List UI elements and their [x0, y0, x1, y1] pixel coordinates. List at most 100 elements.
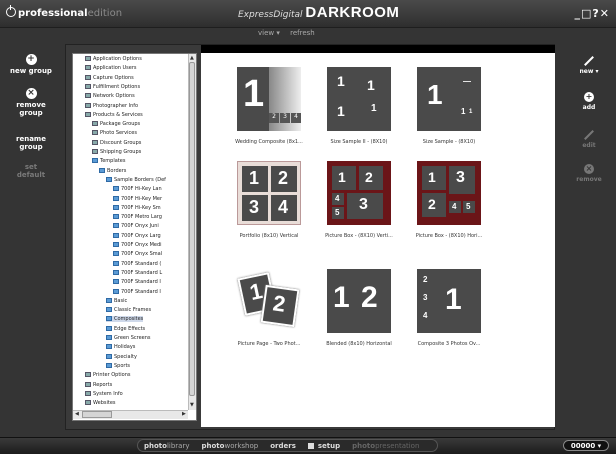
tree-item[interactable]: Capture Options — [85, 74, 134, 81]
template-tile[interactable]: 1 2 Picture Page - Two Phot... — [223, 269, 315, 369]
tree-item[interactable]: 700F Onyx Medi — [113, 242, 162, 248]
setup-icon — [307, 442, 314, 449]
tab-orders[interactable]: orders — [270, 442, 296, 450]
tree-item[interactable]: Application Options — [85, 56, 142, 62]
tree-item-label: 700F Hi-Key Sm — [121, 204, 161, 211]
tree-item[interactable]: 700F Standard L — [113, 269, 162, 276]
template-thumbnail[interactable]: 1 2 4 5 3 — [327, 161, 391, 225]
template-tile[interactable]: 1 2 3 4 Wedding Composite (8x1... — [223, 67, 315, 167]
thumbnail-layout-cell: 1 — [338, 169, 346, 185]
template-tile[interactable]: 1 2 Blended (8x10) Horizontal — [313, 269, 405, 369]
template-tile[interactable]: 1 1 1 1 Size Sample II - (8X10) — [313, 67, 405, 167]
rename-group-label: rename group — [16, 135, 46, 151]
tree-item[interactable]: 700F Hi-Key Lan — [113, 186, 162, 192]
template-thumbnail[interactable]: 1234 — [237, 161, 301, 225]
tree-scroll-thumb[interactable] — [189, 62, 195, 396]
tree-item[interactable]: Edge Effects — [106, 325, 145, 332]
edit-button[interactable]: edit — [571, 128, 607, 150]
template-tile[interactable]: 1 2 3 4 Portfolio (8x10) Vertical — [223, 161, 315, 261]
tree-item[interactable]: Templates — [92, 158, 125, 164]
scroll-right-icon[interactable]: ▶ — [182, 411, 186, 417]
tree-item[interactable]: 700F Standard I — [113, 288, 161, 295]
tab-photo-workshop[interactable]: photoworkshop — [202, 442, 259, 450]
tab-label-light: presentation — [375, 441, 420, 450]
add-button[interactable]: + add — [571, 92, 607, 112]
tree-item[interactable]: Photographer Info — [85, 102, 138, 109]
tree-item[interactable]: Composites — [106, 316, 144, 323]
template-thumbnail[interactable]: 12 — [327, 269, 391, 333]
tree-item[interactable]: 700F Onyx Smal — [113, 251, 162, 257]
tree-item-label: 700F Hi-Key Lan — [121, 186, 162, 193]
template-thumbnail[interactable]: 1 1 1 1 — [327, 67, 391, 131]
template-thumbnail[interactable]: 1 3 2 45 — [417, 161, 481, 225]
scroll-up-icon[interactable]: ▲ — [190, 55, 194, 61]
template-name: Wedding Composite (8x1... — [235, 139, 303, 145]
tree-item[interactable]: 700F Hi-Key Sm — [113, 204, 161, 211]
template-tile[interactable]: 2 3 4 1 Composite 3 Photos Ov... — [403, 269, 495, 369]
tree-item[interactable]: 700F Standard ( — [113, 260, 161, 267]
tree-node-icon — [85, 381, 91, 387]
tree-item[interactable]: 700F Onyx Larg — [113, 232, 161, 239]
tree-item[interactable]: Package Groups — [92, 121, 140, 127]
tree-item[interactable]: Fulfillment Options — [85, 83, 140, 90]
tree-item[interactable]: Classic Frames — [106, 307, 151, 313]
tree-item[interactable]: Application Users — [85, 65, 137, 71]
tab-photo-library[interactable]: photolibrary — [144, 442, 190, 450]
app-logo: ExpressDigital DARKROOM — [238, 4, 399, 21]
tree-item[interactable]: Printer Options — [85, 372, 131, 378]
template-thumbnail[interactable]: 12 — [237, 269, 301, 333]
tree-item[interactable]: Sample Borders (Def — [106, 176, 166, 183]
tree-item-label: Templates — [100, 158, 126, 165]
remove-button[interactable]: × remove — [571, 164, 607, 184]
template-tile[interactable]: 1—1 1 Size Sample - (8X10) — [403, 67, 495, 167]
power-icon[interactable] — [6, 5, 16, 17]
tree-item[interactable]: System Info — [85, 390, 123, 397]
tab-label-bold: photo — [201, 441, 225, 450]
template-tile[interactable]: 1 3 2 4 5 Picture Box - (8X10) Hori... — [403, 161, 495, 261]
refresh-button[interactable]: refresh — [290, 29, 315, 37]
tree-item[interactable]: Sports — [106, 362, 130, 369]
new-button[interactable]: new ▾ — [571, 54, 607, 76]
tree-item[interactable]: 700F Metro Larg — [113, 214, 162, 220]
tree-item[interactable]: 700F Hi-Key Mer — [113, 195, 162, 202]
thumbnail-layout-cell: 4 — [278, 197, 289, 217]
tab-setup[interactable]: setup — [307, 441, 341, 450]
tree-node-icon — [106, 297, 112, 303]
tree-item[interactable]: 700F Standard I — [113, 279, 161, 285]
template-tile[interactable]: 1 2 4 5 3 Picture Box - (8X10) Verti... — [313, 161, 405, 261]
set-default-button[interactable]: set default — [0, 163, 62, 179]
tree-item[interactable]: 700F Onyx Juni — [113, 223, 159, 229]
view-dropdown[interactable]: view ▾ — [258, 29, 280, 37]
tree-item[interactable]: Products & Services — [85, 111, 143, 118]
window-controls[interactable]: _□?✕ — [575, 7, 611, 20]
scroll-down-icon[interactable]: ▼ — [190, 402, 194, 408]
thumbnail-layout-cell: 2 — [423, 275, 428, 284]
tree-item[interactable]: Basic — [106, 297, 127, 304]
counter-display[interactable]: 00000 ▾ — [563, 440, 609, 451]
new-group-button[interactable]: + new group — [0, 54, 62, 75]
tab-photo-presentation[interactable]: photopresentation — [352, 442, 419, 450]
tree-item[interactable]: Shipping Groups — [92, 149, 141, 155]
tree-item[interactable]: Websites — [85, 400, 116, 406]
tree-item[interactable]: Green Screens — [106, 335, 151, 341]
tree-item[interactable]: Borders — [99, 167, 127, 174]
template-thumbnail[interactable]: 1234 — [237, 67, 301, 131]
tree-item[interactable]: Specialty — [106, 353, 137, 360]
tree-item[interactable]: Network Options — [85, 93, 135, 99]
thumbnail-layout-cell: 1 — [427, 79, 443, 110]
template-thumbnail[interactable]: 1—1 1 — [417, 67, 481, 131]
template-thumbnail[interactable]: 2 3 4 1 — [417, 269, 481, 333]
tree-item[interactable]: Discount Groups — [92, 139, 141, 146]
tree-item-label: 700F Onyx Larg — [121, 232, 161, 239]
tree-item[interactable]: Reports — [85, 381, 112, 388]
rename-group-button[interactable]: rename group — [0, 135, 62, 151]
tree-item[interactable]: Photo Services — [92, 130, 137, 136]
tree-node-icon — [85, 390, 91, 396]
tab-label: setup — [317, 441, 341, 450]
tree-hscroll-thumb[interactable] — [82, 411, 112, 418]
scroll-left-icon[interactable]: ◀ — [75, 411, 79, 417]
tree-item[interactable]: Holidays — [106, 344, 135, 350]
tree-item-label: Composites — [114, 316, 144, 323]
remove-group-button[interactable]: × remove group — [0, 88, 62, 117]
tree-item-label: Borders — [107, 167, 127, 174]
